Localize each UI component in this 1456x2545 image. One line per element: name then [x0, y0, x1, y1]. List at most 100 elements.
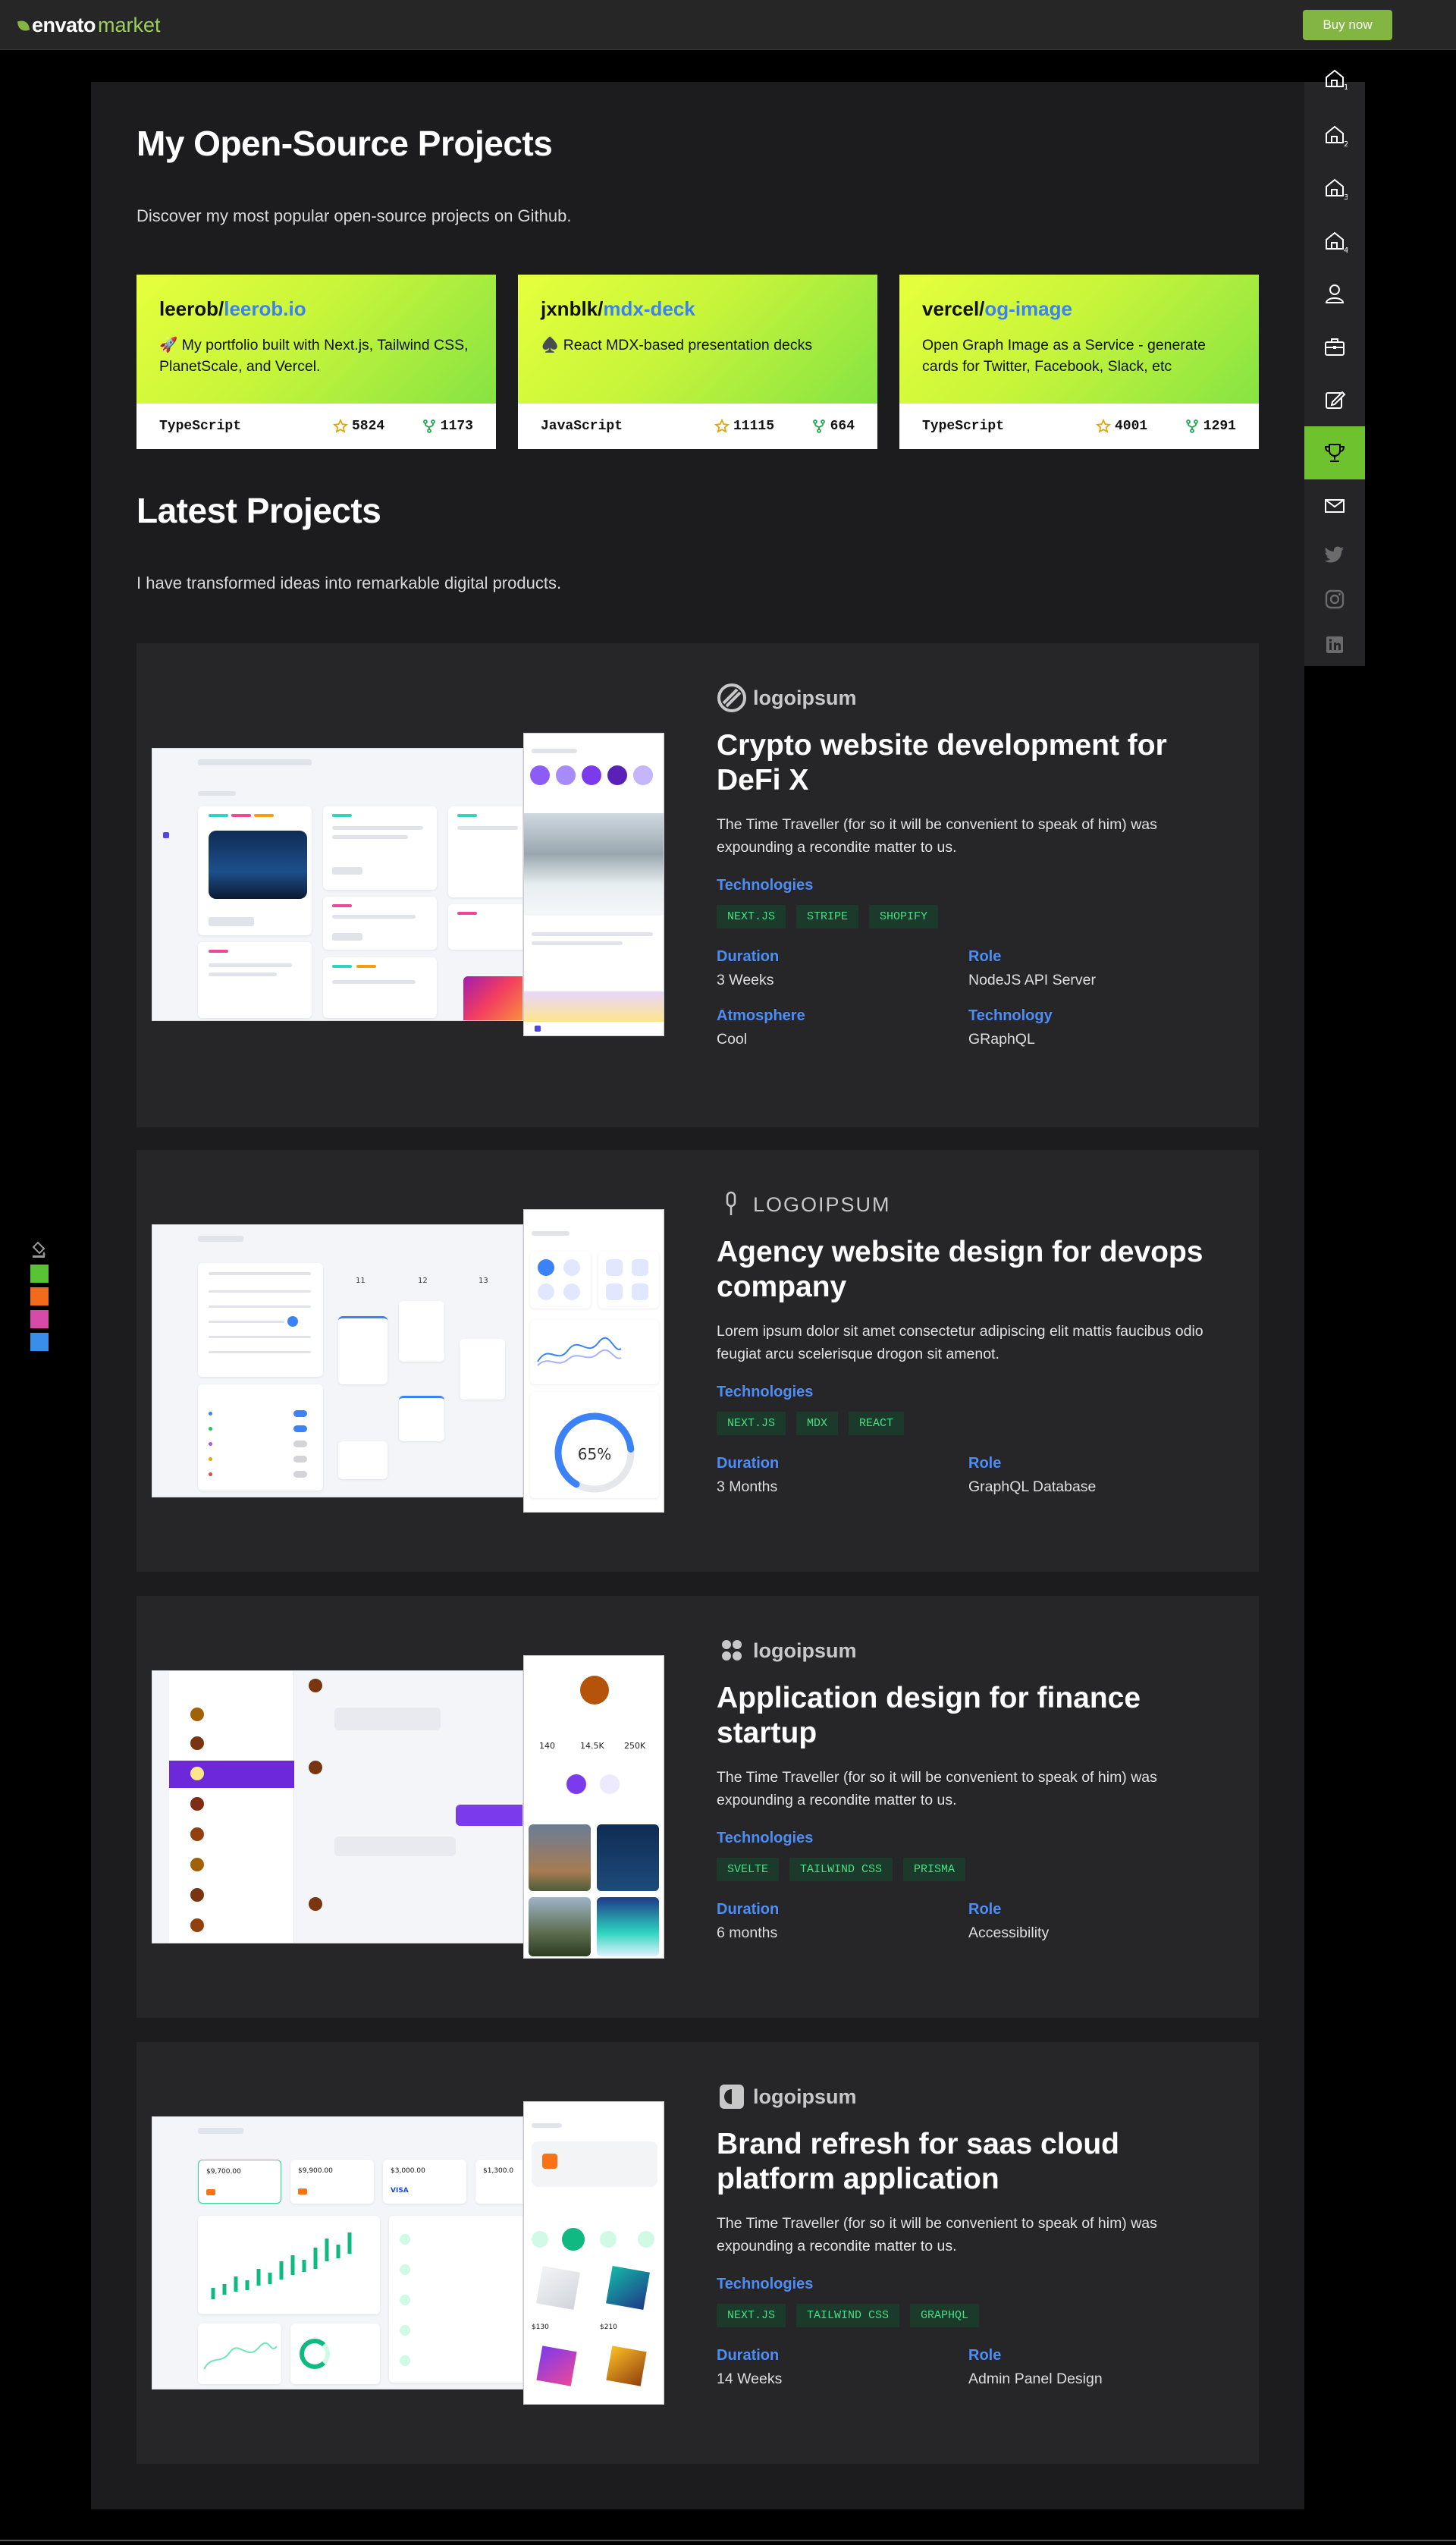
- forks-count: 1173: [440, 419, 473, 434]
- calendar-day-11: 11: [356, 1277, 366, 1285]
- project-title[interactable]: Crypto website development for DeFi X: [717, 728, 1232, 798]
- repo-link[interactable]: leerob.io: [224, 297, 306, 320]
- home-1-icon: 1: [1326, 69, 1348, 91]
- project-info: logoipsum Brand refresh for saas cloud p…: [717, 2080, 1232, 2388]
- repo-forks: 1291: [1179, 419, 1236, 434]
- nav-home-1[interactable]: 1: [1304, 59, 1365, 97]
- client-logo: LOGOIPSUM: [717, 1188, 1232, 1221]
- stars-count: 11115: [733, 419, 775, 434]
- repo-stars: 5824: [333, 419, 416, 434]
- nav-home-2[interactable]: 2: [1304, 108, 1365, 161]
- envato-market-logo[interactable]: envato market: [17, 14, 161, 37]
- tech-tag: TAILWIND CSS: [789, 1858, 893, 1881]
- nav-blog[interactable]: [1304, 373, 1365, 426]
- nav-linkedin[interactable]: [1304, 622, 1365, 668]
- stat-likes: 250K: [624, 1741, 646, 1751]
- fork-icon: [422, 419, 435, 433]
- project-info: logoipsum Application design for finance…: [717, 1634, 1232, 1942]
- nav-contact[interactable]: [1304, 479, 1365, 533]
- role-value: Admin Panel Design: [968, 2371, 1103, 2387]
- oss-card-leerob[interactable]: leerob/leerob.io 🚀 My portfolio built wi…: [136, 275, 496, 449]
- home-3-icon: 3: [1326, 178, 1348, 200]
- nav-awards[interactable]: [1304, 426, 1365, 479]
- tech-tags: NEXT.JS STRIPE SHOPIFY: [717, 905, 1232, 928]
- repo-language: JavaScript: [541, 419, 623, 434]
- duration-label: Duration: [717, 2347, 780, 2364]
- project-title[interactable]: Brand refresh for saas cloud platform ap…: [717, 2127, 1232, 2197]
- mail-icon: [1325, 499, 1345, 513]
- client-logo: logoipsum: [717, 1634, 1232, 1667]
- nav-portfolio[interactable]: [1304, 320, 1365, 373]
- trophy-icon: [1324, 444, 1345, 462]
- project-title[interactable]: Agency website design for devops company: [717, 1235, 1232, 1305]
- repo-name[interactable]: leerob/leerob.io: [159, 297, 473, 321]
- mobile-screenshot: 65%: [523, 1209, 664, 1513]
- project-card-crypto[interactable]: logoipsum Crypto website development for…: [136, 643, 1259, 1127]
- stat-following: 14.5K: [580, 1741, 604, 1751]
- repo-link[interactable]: og-image: [984, 297, 1072, 320]
- swatch-blue[interactable]: [30, 1333, 49, 1351]
- stat-followers: 140: [539, 1741, 555, 1751]
- mobile-screenshot: [523, 733, 664, 1036]
- repo-language: TypeScript: [922, 419, 1005, 434]
- tech-tag: PRISMA: [903, 1858, 966, 1881]
- repo-name[interactable]: vercel/og-image: [922, 297, 1236, 321]
- oss-card-og-image[interactable]: vercel/og-image Open Graph Image as a Se…: [899, 275, 1259, 449]
- swatch-green[interactable]: [30, 1265, 49, 1283]
- nav-home-3[interactable]: 3: [1304, 161, 1365, 214]
- tech-tag: NEXT.JS: [717, 2304, 786, 2327]
- duration-label: Duration: [717, 948, 780, 965]
- nav-home-4[interactable]: 4: [1304, 214, 1365, 267]
- project-description: The Time Traveller (for so it will be co…: [717, 2215, 1157, 2254]
- swatch-orange[interactable]: [30, 1287, 49, 1305]
- swatch-pink[interactable]: [30, 1310, 49, 1328]
- project-card-agency[interactable]: 11 12 13 65% LOGOIPSUM Agency website de…: [136, 1150, 1259, 1572]
- nav-instagram[interactable]: [1304, 577, 1365, 622]
- buy-now-button[interactable]: Buy now: [1303, 10, 1392, 40]
- atmosphere-label: Atmosphere: [717, 1007, 805, 1024]
- twitter-icon: [1324, 546, 1344, 563]
- desktop-screenshot: [152, 1670, 523, 1943]
- project-description: The Time Traveller (for so it will be co…: [717, 816, 1157, 856]
- star-icon: [1096, 419, 1111, 433]
- logoipsum-icon: [717, 683, 746, 712]
- svg-text:1: 1: [1344, 83, 1348, 91]
- paint-bucket-icon[interactable]: [30, 1241, 49, 1259]
- duration-value: 6 months: [717, 1924, 778, 1941]
- duration-label: Duration: [717, 1455, 780, 1472]
- linkedin-icon: [1326, 636, 1343, 653]
- svg-text:3: 3: [1344, 193, 1348, 200]
- oss-section-title: My Open-Source Projects: [136, 124, 553, 163]
- tech-tags: NEXT.JS TAILWIND CSS GRAPHQL: [717, 2304, 1232, 2327]
- repo-description: ♠️ React MDX-based presentation decks: [541, 337, 813, 353]
- project-card-saas[interactable]: $9,700.00 $9,900.00 $3,000.00 VISA $1,30…: [136, 2042, 1259, 2464]
- client-logo-text: logoipsum: [753, 686, 857, 709]
- balance-card-1: $9,700.00: [206, 2168, 241, 2176]
- role-value: Accessibility: [968, 1924, 1050, 1941]
- tech-tag: MDX: [796, 1412, 839, 1435]
- desktop-screenshot: 11 12 13: [152, 1224, 523, 1497]
- repo-link[interactable]: mdx-deck: [603, 297, 695, 320]
- project-title[interactable]: Application design for finance startup: [717, 1681, 1232, 1751]
- project-card-finance[interactable]: 140 14.5K 250K logoipsum Application des…: [136, 1596, 1259, 2018]
- repo-forks: 1173: [416, 419, 473, 434]
- nav-twitter[interactable]: [1304, 531, 1365, 577]
- role-value: GraphQL Database: [968, 1478, 1097, 1495]
- role-label: Role: [968, 948, 1002, 965]
- repo-description: Open Graph Image as a Service - generate…: [922, 337, 1206, 375]
- fork-icon: [1185, 419, 1198, 433]
- repo-owner: leerob/: [159, 297, 224, 320]
- logoipsum-half-circle-icon: [720, 2085, 744, 2109]
- logoipsum-mic-icon: [726, 1191, 736, 1215]
- stars-count: 5824: [352, 419, 385, 434]
- star-icon: [714, 419, 730, 433]
- tech-tag: NEXT.JS: [717, 905, 786, 928]
- repo-name[interactable]: jxnblk/mdx-deck: [541, 297, 855, 321]
- svg-text:2: 2: [1344, 140, 1348, 147]
- repo-stars: 4001: [1096, 419, 1179, 434]
- oss-card-mdx-deck[interactable]: jxnblk/mdx-deck ♠️ React MDX-based prese…: [518, 275, 877, 449]
- calendar-day-12: 12: [418, 1277, 428, 1285]
- tech-tags: SVELTE TAILWIND CSS PRISMA: [717, 1858, 1232, 1881]
- nav-about[interactable]: [1304, 267, 1365, 320]
- balance-card-2: $9,900.00: [298, 2167, 333, 2175]
